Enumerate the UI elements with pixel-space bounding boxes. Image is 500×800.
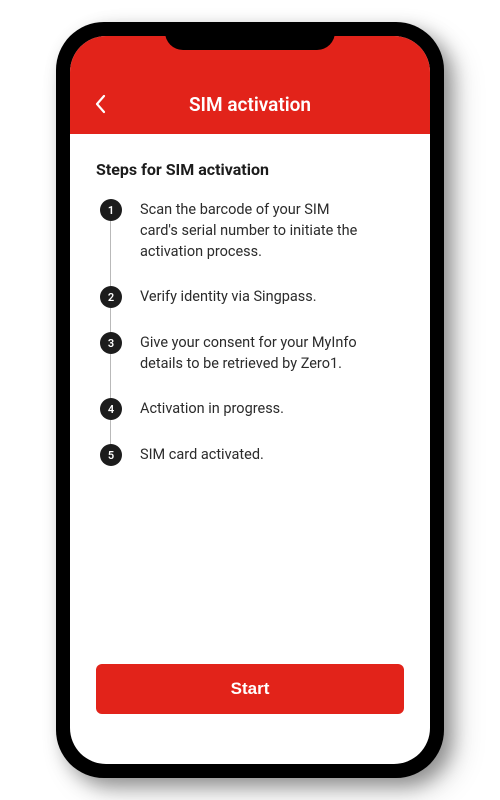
step-text: Scan the barcode of your SIM card's seri…	[140, 199, 370, 262]
screen: SIM activation Steps for SIM activation …	[70, 36, 430, 764]
step-number-badge: 5	[100, 444, 122, 466]
phone-frame: SIM activation Steps for SIM activation …	[56, 22, 444, 778]
back-button[interactable]	[86, 90, 114, 118]
step-item: 1 Scan the barcode of your SIM card's se…	[100, 199, 404, 286]
steps-list: 1 Scan the barcode of your SIM card's se…	[96, 199, 404, 466]
device-notch	[165, 22, 335, 50]
step-text: Give your consent for your MyInfo detail…	[140, 332, 370, 374]
chevron-left-icon	[94, 94, 106, 114]
step-number-badge: 1	[100, 199, 122, 221]
step-text: SIM card activated.	[140, 444, 264, 465]
step-number-badge: 3	[100, 332, 122, 354]
app-header: SIM activation	[70, 36, 430, 134]
start-button[interactable]: Start	[96, 664, 404, 714]
step-number-badge: 4	[100, 398, 122, 420]
step-text: Activation in progress.	[140, 398, 284, 419]
step-item: 4 Activation in progress.	[100, 398, 404, 444]
step-item: 3 Give your consent for your MyInfo deta…	[100, 332, 404, 398]
content-area: Steps for SIM activation 1 Scan the barc…	[70, 134, 430, 764]
step-text: Verify identity via Singpass.	[140, 286, 317, 307]
page-title: SIM activation	[70, 93, 430, 116]
step-item: 2 Verify identity via Singpass.	[100, 286, 404, 332]
steps-heading: Steps for SIM activation	[96, 160, 404, 179]
step-item: 5 SIM card activated.	[100, 444, 404, 466]
step-number-badge: 2	[100, 286, 122, 308]
